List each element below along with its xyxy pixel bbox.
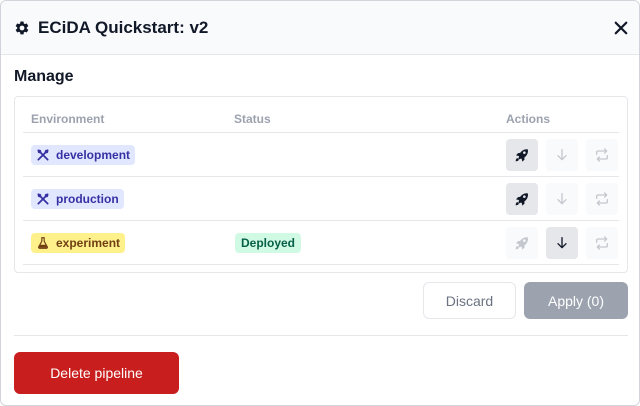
environment-badge-experiment: experiment xyxy=(31,233,126,253)
table-row: production xyxy=(23,177,619,221)
rocket-icon xyxy=(515,193,528,206)
table-row: development xyxy=(23,133,619,177)
rocket-icon xyxy=(515,237,528,250)
arrow-down-icon xyxy=(557,193,567,205)
column-header-environment: Environment xyxy=(31,112,105,126)
deploy-button[interactable] xyxy=(506,139,538,171)
environment-name: development xyxy=(56,148,131,162)
rocket-icon xyxy=(515,149,528,162)
apply-button[interactable]: Apply (0) xyxy=(524,282,628,319)
repeat-icon xyxy=(596,236,608,250)
tools-icon xyxy=(37,193,49,205)
sync-button[interactable] xyxy=(586,227,618,259)
dialog-title: ECiDA Quickstart: v2 xyxy=(38,18,209,37)
column-header-actions: Actions xyxy=(506,112,551,126)
pull-button[interactable] xyxy=(546,139,578,171)
dialog: ECiDA Quickstart: v2 Manage Environment … xyxy=(0,0,640,406)
arrow-down-icon xyxy=(557,237,567,249)
environment-badge-production: production xyxy=(31,189,124,209)
environment-name: experiment xyxy=(56,236,121,250)
column-header-status: Status xyxy=(234,112,271,126)
table-header: Environment Status Actions xyxy=(23,105,619,133)
deploy-button[interactable] xyxy=(506,183,538,215)
sync-button[interactable] xyxy=(586,183,618,215)
deploy-button[interactable] xyxy=(506,227,538,259)
discard-button[interactable]: Discard xyxy=(423,282,516,319)
environment-badge-development: development xyxy=(31,145,136,165)
gear-icon xyxy=(15,21,29,35)
sync-button[interactable] xyxy=(586,139,618,171)
repeat-icon xyxy=(596,148,608,162)
divider xyxy=(14,335,628,336)
flask-icon xyxy=(38,237,48,249)
tools-icon xyxy=(37,149,49,161)
environments-table: Environment Status Actions development p… xyxy=(14,96,628,273)
pull-button[interactable] xyxy=(546,227,578,259)
environment-name: production xyxy=(56,192,119,206)
delete-pipeline-button[interactable]: Delete pipeline xyxy=(14,352,179,394)
pull-button[interactable] xyxy=(546,183,578,215)
table-row: experiment Deployed xyxy=(23,221,619,265)
close-icon[interactable] xyxy=(612,19,630,37)
repeat-icon xyxy=(596,192,608,206)
status-badge: Deployed xyxy=(235,233,302,253)
manage-heading: Manage xyxy=(14,68,74,85)
arrow-down-icon xyxy=(557,149,567,161)
dialog-header: ECiDA Quickstart: v2 xyxy=(1,1,639,55)
